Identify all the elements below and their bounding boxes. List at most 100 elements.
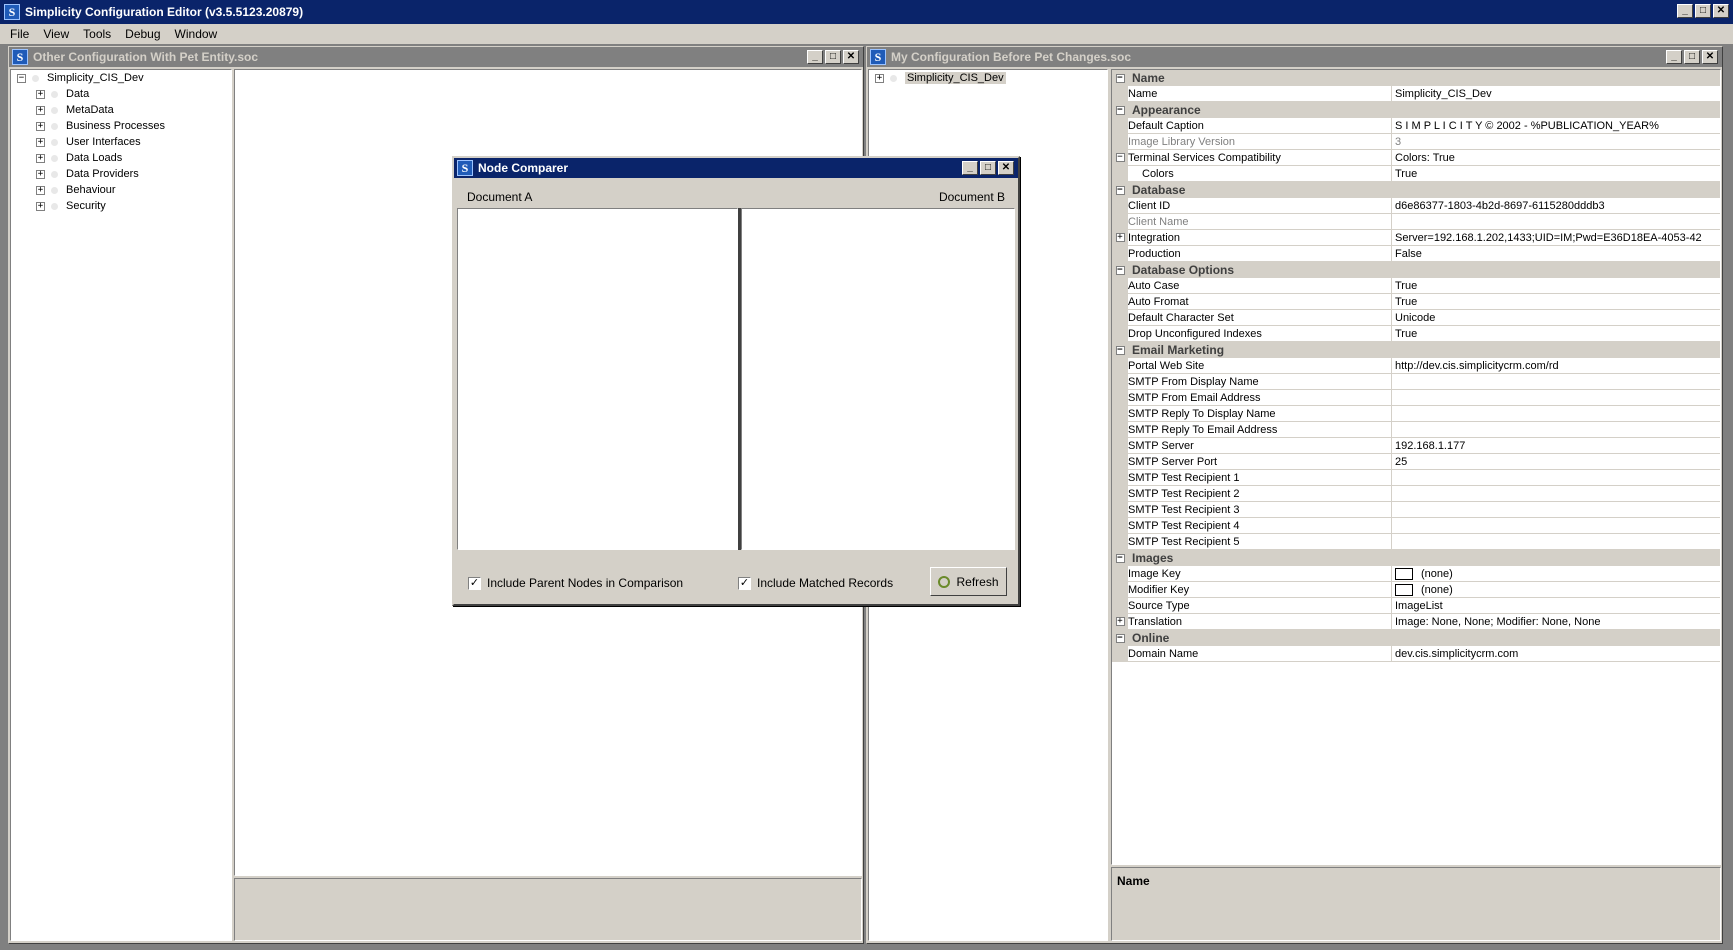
property-row[interactable]: SMTP From Display Name (1112, 373, 1720, 390)
menu-tools[interactable]: Tools (77, 25, 117, 43)
app-close-button[interactable]: ✕ (1713, 4, 1729, 18)
left-window-title-bar[interactable]: S Other Configuration With Pet Entity.so… (9, 47, 863, 67)
property-value-cell[interactable] (1392, 406, 1720, 421)
tree-node[interactable]: + MetaData (36, 102, 114, 118)
category-toggle[interactable]: − (1112, 182, 1128, 198)
property-value-cell[interactable]: True (1392, 166, 1720, 181)
collapse-icon[interactable]: − (1115, 153, 1125, 162)
include-matched-checkbox[interactable]: ✓ Include Matched Records (738, 576, 893, 590)
tree-node[interactable]: + Data (36, 86, 89, 102)
property-row[interactable]: + Translation Image: None, None; Modifier:… (1112, 613, 1720, 630)
tree-node[interactable]: + Data Providers (36, 166, 139, 182)
tree-node[interactable]: + Business Processes (36, 118, 165, 134)
collapse-icon[interactable]: − (1115, 105, 1125, 115)
menu-window[interactable]: Window (169, 25, 224, 43)
app-maximize-button[interactable]: □ (1695, 4, 1711, 18)
property-value-cell[interactable] (1392, 502, 1720, 517)
menu-file[interactable]: File (4, 25, 35, 43)
property-row[interactable]: SMTP Test Recipient 4 (1112, 517, 1720, 534)
property-row[interactable]: Client Name (1112, 213, 1720, 230)
property-row[interactable]: Name Simplicity_CIS_Dev (1112, 85, 1720, 102)
property-value-cell[interactable] (1392, 374, 1720, 389)
property-category[interactable]: − Database (1112, 182, 1720, 198)
refresh-button[interactable]: Refresh (930, 567, 1007, 596)
property-value-cell[interactable]: True (1392, 326, 1720, 341)
property-row[interactable]: Default Character Set Unicode (1112, 309, 1720, 326)
dialog-maximize-button[interactable]: □ (980, 161, 996, 175)
collapse-icon[interactable]: − (1115, 345, 1125, 355)
dialog-title-bar[interactable]: S Node Comparer _ □ ✕ (454, 158, 1018, 178)
expand-icon[interactable]: + (36, 89, 45, 99)
expand-icon[interactable]: + (36, 185, 45, 195)
collapse-icon[interactable]: − (1115, 185, 1125, 195)
property-row[interactable]: SMTP Reply To Display Name (1112, 405, 1720, 422)
menu-view[interactable]: View (37, 25, 75, 43)
right-window-title-bar[interactable]: S My Configuration Before Pet Changes.so… (867, 47, 1722, 67)
collapse-icon[interactable]: − (1115, 73, 1125, 83)
property-value-cell[interactable] (1392, 534, 1720, 549)
collapse-icon[interactable]: − (17, 73, 26, 83)
property-value-cell[interactable]: False (1392, 246, 1720, 261)
property-grid[interactable]: − Name Name Simplicity_CIS_Dev − Appearance De… (1111, 69, 1721, 865)
property-row[interactable]: SMTP Test Recipient 1 (1112, 469, 1720, 486)
property-row[interactable]: SMTP Test Recipient 5 (1112, 533, 1720, 550)
collapse-icon[interactable]: − (1115, 265, 1125, 275)
property-value-cell[interactable]: Server=192.168.1.202,1433;UID=IM;Pwd=E36… (1392, 230, 1720, 245)
tree-node[interactable]: + Behaviour (36, 182, 116, 198)
property-value-cell[interactable] (1392, 470, 1720, 485)
property-row[interactable]: Domain Name dev.cis.simplicitycrm.com (1112, 645, 1720, 662)
property-category[interactable]: − Email Marketing (1112, 342, 1720, 358)
property-value-cell[interactable]: d6e86377-1803-4b2d-8697-6115280dddb3 (1392, 198, 1720, 213)
collapse-icon[interactable]: − (1115, 633, 1125, 643)
property-value-cell[interactable]: Unicode (1392, 310, 1720, 325)
property-value-cell[interactable]: 3 (1392, 134, 1720, 149)
property-value-cell[interactable]: S I M P L I C I T Y © 2002 - %PUBLICATIO… (1392, 118, 1720, 133)
category-toggle[interactable]: − (1112, 262, 1128, 278)
app-minimize-button[interactable]: _ (1677, 4, 1693, 18)
property-row[interactable]: Image Key (none) (1112, 565, 1720, 582)
left-maximize-button[interactable]: □ (825, 50, 841, 64)
property-row[interactable]: Auto Case True (1112, 277, 1720, 294)
property-value-cell[interactable]: http://dev.cis.simplicitycrm.com/rd (1392, 358, 1720, 373)
include-parent-checkbox[interactable]: ✓ Include Parent Nodes in Comparison (468, 576, 683, 590)
expand-icon[interactable]: + (1115, 617, 1125, 626)
category-toggle[interactable]: − (1112, 630, 1128, 646)
property-row[interactable]: SMTP Test Recipient 3 (1112, 501, 1720, 518)
property-row[interactable]: SMTP Reply To Email Address (1112, 421, 1720, 438)
property-row[interactable]: Auto Fromat True (1112, 293, 1720, 310)
left-close-button[interactable]: ✕ (843, 50, 859, 64)
property-value-cell[interactable]: (none) (1392, 582, 1720, 597)
tree-node[interactable]: + Data Loads (36, 150, 122, 166)
document-a-pane[interactable] (457, 208, 738, 550)
tree-root-node[interactable]: − Simplicity_CIS_Dev (17, 70, 144, 86)
checkbox-checked-icon[interactable]: ✓ (738, 576, 751, 590)
property-value-cell[interactable]: Colors: True (1392, 150, 1720, 165)
property-value-cell[interactable]: dev.cis.simplicitycrm.com (1392, 646, 1720, 661)
expand-icon[interactable]: + (36, 169, 45, 179)
property-value-cell[interactable]: 192.168.1.177 (1392, 438, 1720, 453)
property-row[interactable]: Source Type ImageList (1112, 597, 1720, 614)
tree-node[interactable]: + Security (36, 198, 106, 214)
property-value-cell[interactable] (1392, 214, 1720, 229)
property-row[interactable]: Image Library Version 3 (1112, 133, 1720, 150)
property-value-cell[interactable]: Simplicity_CIS_Dev (1392, 86, 1720, 101)
property-value-cell[interactable]: True (1392, 294, 1720, 309)
property-category[interactable]: − Appearance (1112, 102, 1720, 118)
category-toggle[interactable]: − (1112, 342, 1128, 358)
property-row[interactable]: Colors True (1112, 165, 1720, 182)
menu-debug[interactable]: Debug (119, 25, 166, 43)
category-toggle[interactable]: − (1112, 102, 1128, 118)
property-row[interactable]: Production False (1112, 245, 1720, 262)
tree-root-node[interactable]: + Simplicity_CIS_Dev (875, 70, 1006, 86)
dialog-minimize-button[interactable]: _ (962, 161, 978, 175)
expand-icon[interactable]: + (875, 73, 884, 83)
property-value-cell[interactable] (1392, 422, 1720, 437)
property-category[interactable]: − Database Options (1112, 262, 1720, 278)
property-row[interactable]: Portal Web Site http://dev.cis.simplicity… (1112, 357, 1720, 374)
left-tree-view[interactable]: − Simplicity_CIS_Dev + Data + MetaData + Busi… (10, 69, 232, 941)
property-row[interactable]: Client ID d6e86377-1803-4b2d-8697-6115280… (1112, 197, 1720, 214)
property-value-cell[interactable]: Image: None, None; Modifier: None, None (1392, 614, 1720, 629)
property-value-cell[interactable] (1392, 518, 1720, 533)
property-row[interactable]: − Terminal Services Compatibility Colors: … (1112, 149, 1720, 166)
property-row[interactable]: Default Caption S I M P L I C I T Y © 200… (1112, 117, 1720, 134)
